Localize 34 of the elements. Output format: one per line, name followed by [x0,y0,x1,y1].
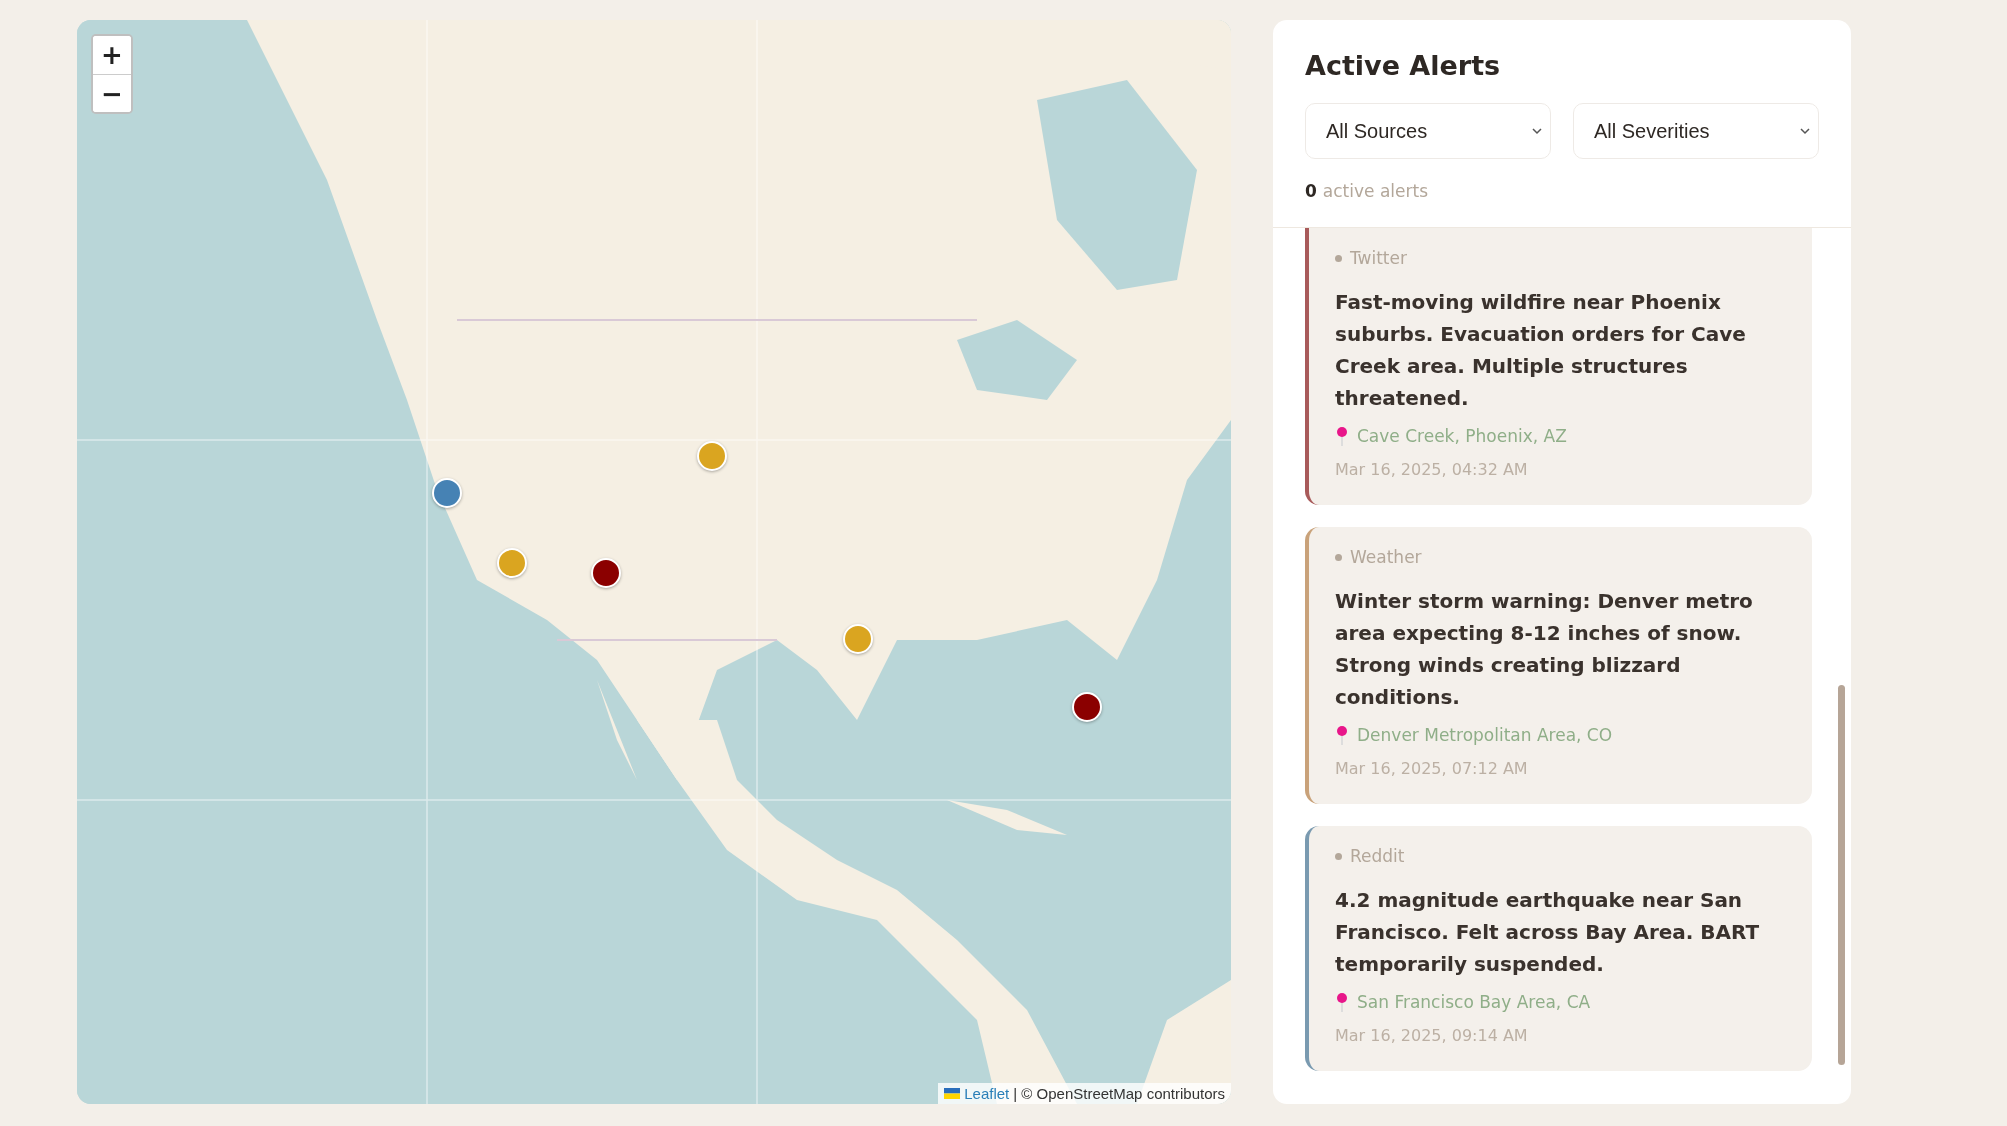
bullet-icon [1335,852,1342,860]
alert-text: Fast-moving wildfire near Phoenix suburbs. Evacuation orders for Cave Creek area. Multiple structures threatened. [1335,289,1747,412]
alert-text: 4.2 magnitude earthquake near San Francisco. Felt across Bay Area. BART temporarily suspended. [1335,887,1761,978]
scrollbar-thumb[interactable] [1838,685,1845,1065]
alert-source: Reddit [1350,846,1405,866]
attribution-text: | © OpenStreetMap contributors [1013,1085,1225,1102]
alert-card[interactable]: Weather Winter storm warning: Denver metro area expecting 8-12 inches of snow. Strong winds creating blizzard conditions. Denver Metropolitan Area, CO Mar 16, 2025, 07:12 AM [1305,527,1812,804]
alert-time: Mar 16, 2025, 09:14 AM [1335,1026,1529,1045]
bullet-icon [1335,553,1342,561]
pin-icon [1335,992,1349,1012]
leaflet-link[interactable]: Leaflet [964,1085,1010,1102]
alert-text: Winter storm warning: Denver metro area expecting 8-12 inches of snow. Strong winds creating blizzard conditions. [1335,588,1754,711]
alert-count: 0 [1305,181,1317,201]
filter-select[interactable]: All Sources [1305,103,1551,159]
alert-location: Cave Creek, Phoenix, AZ [1357,426,1567,446]
alert-time: Mar 16, 2025, 04:32 AM [1335,460,1529,479]
chevron-icon [1800,127,1810,135]
alert-card[interactable]: Twitter Fast-moving wildfire near Phoenix suburbs. Evacuation orders for Cave Creek area. Multiple structures threatened. Cave Creek, Phoenix, AZ Mar 16, 2025, 04:32 AM [1305,228,1812,505]
alert-location: Denver Metropolitan Area, CO [1357,725,1613,745]
pin-icon [1335,725,1349,745]
map[interactable]: + − Leaflet | © OpenStreetMap contributors [77,20,1231,1104]
flag-icon [944,1088,961,1099]
chevron-icon [1532,127,1542,135]
filter-select[interactable]: All Severities [1573,103,1819,159]
count-label: active alerts [1322,181,1429,201]
alert-source: Weather [1350,547,1422,567]
alert-source: Twitter [1350,248,1407,268]
zoom-out-button[interactable]: − [93,74,131,112]
panel-title: Active Alerts [1305,50,1502,81]
alert-card[interactable]: Reddit 4.2 magnitude earthquake near San Francisco. Felt across Bay Area. BART temporarily suspended. San Francisco Bay Area, CA Mar 16, 2025, 09:14 AM [1305,826,1812,1071]
alert-location: San Francisco Bay Area, CA [1357,992,1591,1012]
pin-icon [1335,426,1349,446]
alert-time: Mar 16, 2025, 07:12 AM [1335,759,1529,778]
bullet-icon [1335,254,1342,262]
